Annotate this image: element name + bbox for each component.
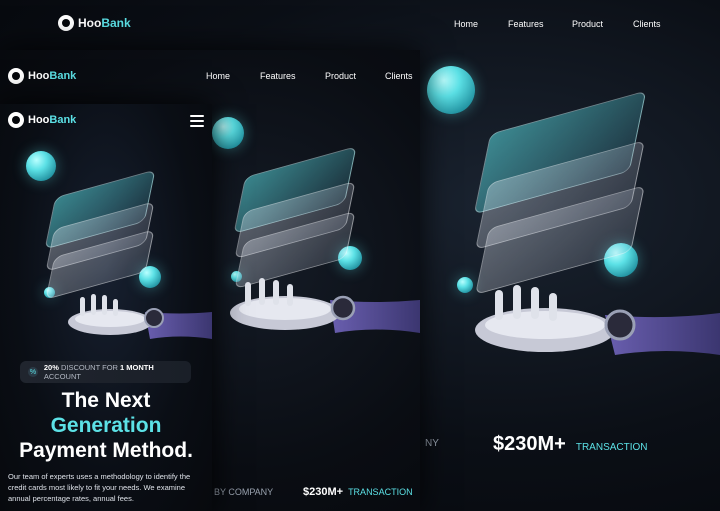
nav-product[interactable]: Product — [325, 71, 356, 81]
headline-line: Payment Method. — [19, 439, 193, 462]
logo-text: HooBank — [28, 114, 77, 126]
nav-clients[interactable]: Clients — [385, 71, 413, 81]
nav-home[interactable]: Home — [206, 71, 230, 81]
nav-clients[interactable]: Clients — [633, 19, 661, 29]
hoobank-logo-icon — [8, 112, 24, 128]
card-stack — [225, 140, 365, 290]
stat-label: TRANSACTION — [575, 442, 648, 453]
headline-line: Generation — [50, 414, 162, 437]
mobile-frame: HooBank % 20% DISCOUNT FOR 1 MONTH ACCOU… — [0, 104, 212, 511]
hamburger-menu-icon[interactable] — [190, 115, 204, 130]
nav-product[interactable]: Product — [572, 19, 603, 29]
desktop-nav: Home Features Product Clients — [0, 19, 720, 33]
card-stack — [35, 164, 165, 300]
headline-line: The Next — [61, 389, 151, 412]
stat-label: TRANSACTION — [348, 487, 413, 497]
stat-partial-text: NY — [425, 438, 439, 449]
tablet-nav: Home Features Product Clients — [0, 71, 420, 85]
card-stack — [460, 90, 660, 295]
percent-icon: % — [28, 367, 38, 377]
logo[interactable]: HooBank — [8, 112, 76, 128]
stat-value: $230M+ — [303, 486, 344, 498]
robot-hand-illustration — [230, 278, 420, 333]
stat-partial-text: BY COMPANY — [214, 487, 274, 497]
hero-headline: The Next Generation Payment Method. — [0, 388, 212, 463]
robot-hand-illustration — [475, 285, 720, 355]
nav-features[interactable]: Features — [260, 71, 296, 81]
discount-badge: % 20% DISCOUNT FOR 1 MONTH ACCOUNT — [20, 361, 191, 383]
hero-description: Our team of experts uses a methodology t… — [8, 472, 191, 503]
badge-text: 20% DISCOUNT FOR 1 MONTH ACCOUNT — [43, 363, 154, 381]
nav-features[interactable]: Features — [508, 19, 544, 29]
robot-hand-illustration — [68, 294, 212, 339]
stat-value: $230M+ — [493, 433, 566, 455]
nav-home[interactable]: Home — [454, 19, 478, 29]
stat-transactions: $230M+ TRANSACTION — [303, 486, 413, 498]
stat-transactions: $230M+ TRANSACTION — [493, 433, 648, 456]
